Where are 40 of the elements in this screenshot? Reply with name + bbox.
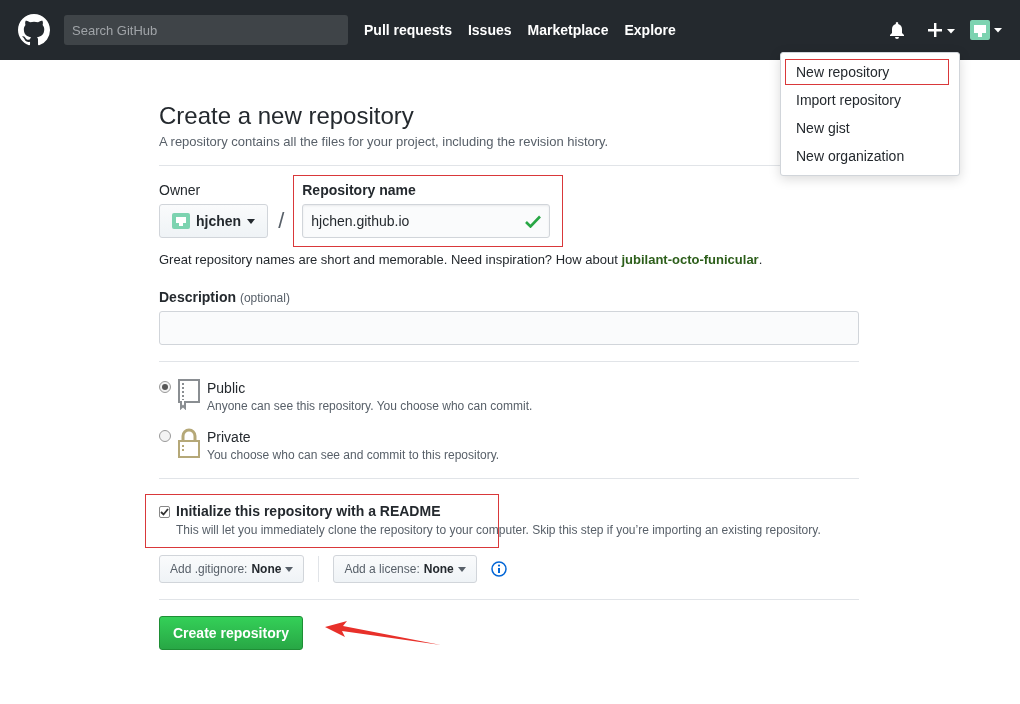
name-hint: Great repository names are short and memorable. Need inspiration? How about jubilant-octo-funicular.	[159, 252, 764, 267]
menu-item[interactable]: New organization	[785, 143, 949, 169]
owner-label: Owner	[159, 182, 202, 198]
radio-button[interactable]	[159, 381, 171, 393]
caret-icon	[457, 566, 466, 572]
license-dropdown[interactable]: Add a license: None	[333, 555, 477, 583]
menu-item[interactable]: New gist	[785, 115, 949, 141]
book-icon	[177, 378, 201, 410]
page-title: Create a new repository	[159, 102, 414, 130]
menu-item[interactable]: Import repository	[785, 87, 949, 113]
checkbox[interactable]	[159, 506, 170, 518]
repo-name-label: Repository name	[302, 182, 417, 198]
page-subtitle: A repository contains all the files for your project, including the revision history.	[159, 134, 610, 149]
menu-item[interactable]: New repository	[785, 59, 949, 85]
nav-link[interactable]: Issues	[467, 22, 512, 38]
search-field[interactable]: Search GitHub	[64, 15, 348, 45]
padlock-icon	[177, 427, 201, 459]
path-separator: /	[277, 208, 286, 235]
nav-link[interactable]: Pull requests	[364, 22, 452, 38]
option-title: Private	[207, 429, 252, 445]
gitignore-dropdown[interactable]: Add .gitignore: None	[159, 555, 305, 583]
option-description: You choose who can see and commit to this repository.	[207, 448, 500, 462]
description-field[interactable]	[159, 311, 859, 345]
info-icon[interactable]	[490, 561, 507, 577]
avatar-dropdown-icon[interactable]	[970, 20, 1002, 40]
octocat-logo-icon[interactable]	[18, 14, 50, 46]
option-title: Public	[207, 380, 247, 396]
nav-link[interactable]: Explore	[624, 22, 676, 38]
plus-dropdown-icon[interactable]	[928, 21, 956, 39]
description-label: Description (optional)	[159, 289, 291, 305]
caret-icon	[247, 218, 256, 224]
avatar-icon	[172, 213, 190, 229]
checkbox-label: Initialize this repository with a README	[176, 503, 442, 519]
caret-icon	[285, 566, 294, 572]
option-description: Anyone can see this repository. You choose who can commit.	[207, 399, 533, 413]
radio-button[interactable]	[159, 430, 171, 442]
nav-link[interactable]: Marketplace	[527, 22, 609, 38]
repo-name-field[interactable]: hjchen.github.io	[302, 204, 551, 238]
owner-dropdown[interactable]: hjchen	[159, 204, 269, 238]
bell-icon[interactable]	[890, 21, 904, 39]
